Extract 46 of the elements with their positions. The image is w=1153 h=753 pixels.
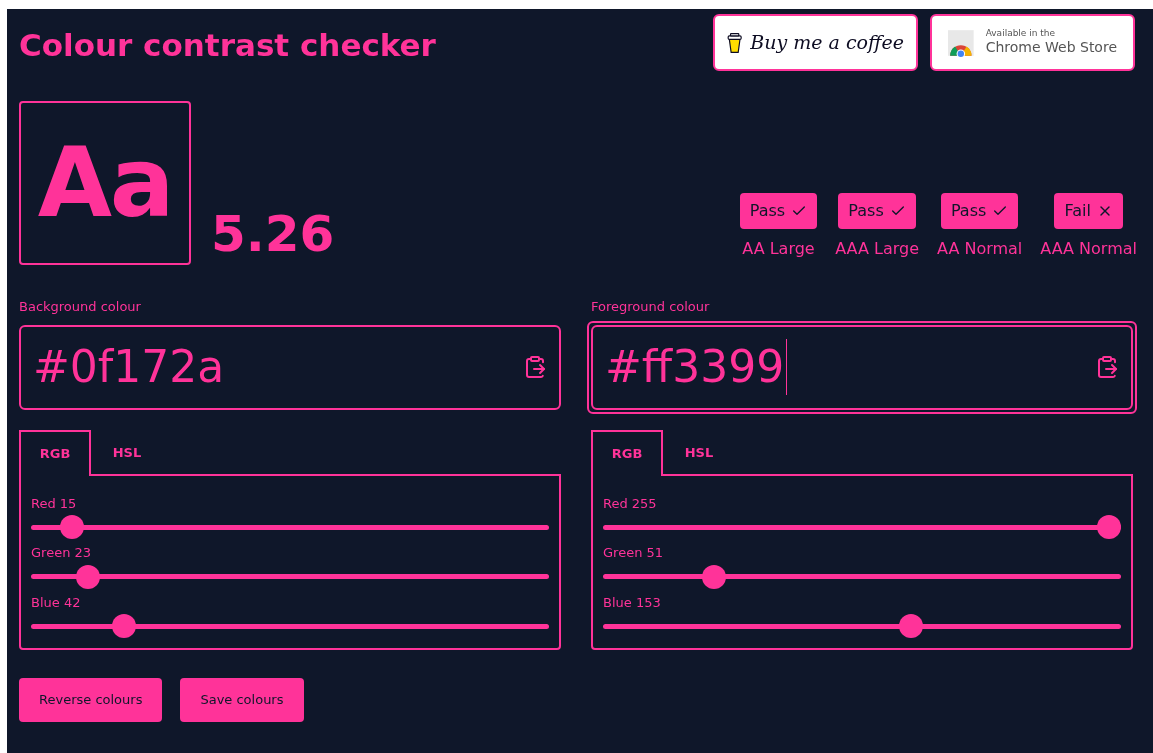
slider-thumb[interactable] [75, 564, 100, 589]
tab[interactable]: RGB [19, 429, 91, 476]
tab[interactable]: HSL [91, 429, 163, 476]
paste-icon[interactable] [523, 355, 547, 379]
chrome-web-store-button[interactable]: Available in the Chrome Web Store [930, 14, 1135, 71]
result-badge: Pass [940, 193, 1019, 229]
slider-label: Green 23 [31, 544, 93, 562]
result-label: AAA Normal [1040, 238, 1137, 260]
preview-sample: Aa [37, 135, 173, 231]
tab[interactable]: HSL [663, 429, 735, 476]
colour-input[interactable]: #ff3399 [591, 324, 1133, 410]
page-title: Colour contrast checker [19, 26, 436, 65]
slider-track[interactable] [603, 515, 1121, 539]
field-label: Foreground colour [591, 298, 711, 316]
paste-icon[interactable] [1095, 355, 1119, 379]
slider-thumb[interactable] [1097, 515, 1121, 539]
slider-label: Green 51 [603, 544, 665, 562]
tab[interactable]: RGB [591, 429, 663, 476]
slider-track[interactable] [31, 614, 549, 638]
store-name: Chrome Web Store [985, 39, 1117, 57]
slider-thumb[interactable] [112, 614, 137, 638]
slider-thumb[interactable] [899, 614, 924, 638]
result-label: AA Normal [937, 238, 1023, 260]
result-badge: Fail [1054, 193, 1123, 229]
slider-thumb[interactable] [701, 564, 726, 589]
buy-me-a-coffee-button[interactable]: Buy me a coffee [713, 14, 918, 71]
result-badge: Pass [739, 193, 818, 229]
slider-track[interactable] [31, 515, 549, 539]
slider-thumb[interactable] [60, 515, 85, 539]
text-cursor [786, 339, 788, 395]
slider-label: Blue 42 [31, 593, 82, 612]
slider-label: Blue 153 [603, 593, 662, 612]
result-label: AA Large [742, 238, 815, 260]
slider-track[interactable] [603, 564, 1121, 589]
store-caption: Available in the [985, 28, 1056, 40]
slider-label: Red 15 [31, 494, 78, 513]
contrast-ratio: 5.26 [211, 209, 335, 259]
action-button[interactable]: Save colours [180, 678, 304, 722]
slider-track[interactable] [603, 614, 1121, 638]
action-button[interactable]: Reverse colours [19, 678, 163, 722]
slider-label: Red 255 [603, 494, 658, 513]
result-badge: Pass [838, 193, 916, 229]
field-label: Background colour [19, 298, 142, 316]
slider-track[interactable] [31, 564, 549, 589]
colour-input[interactable]: #0f172a [19, 324, 561, 410]
result-label: AAA Large [835, 238, 919, 260]
